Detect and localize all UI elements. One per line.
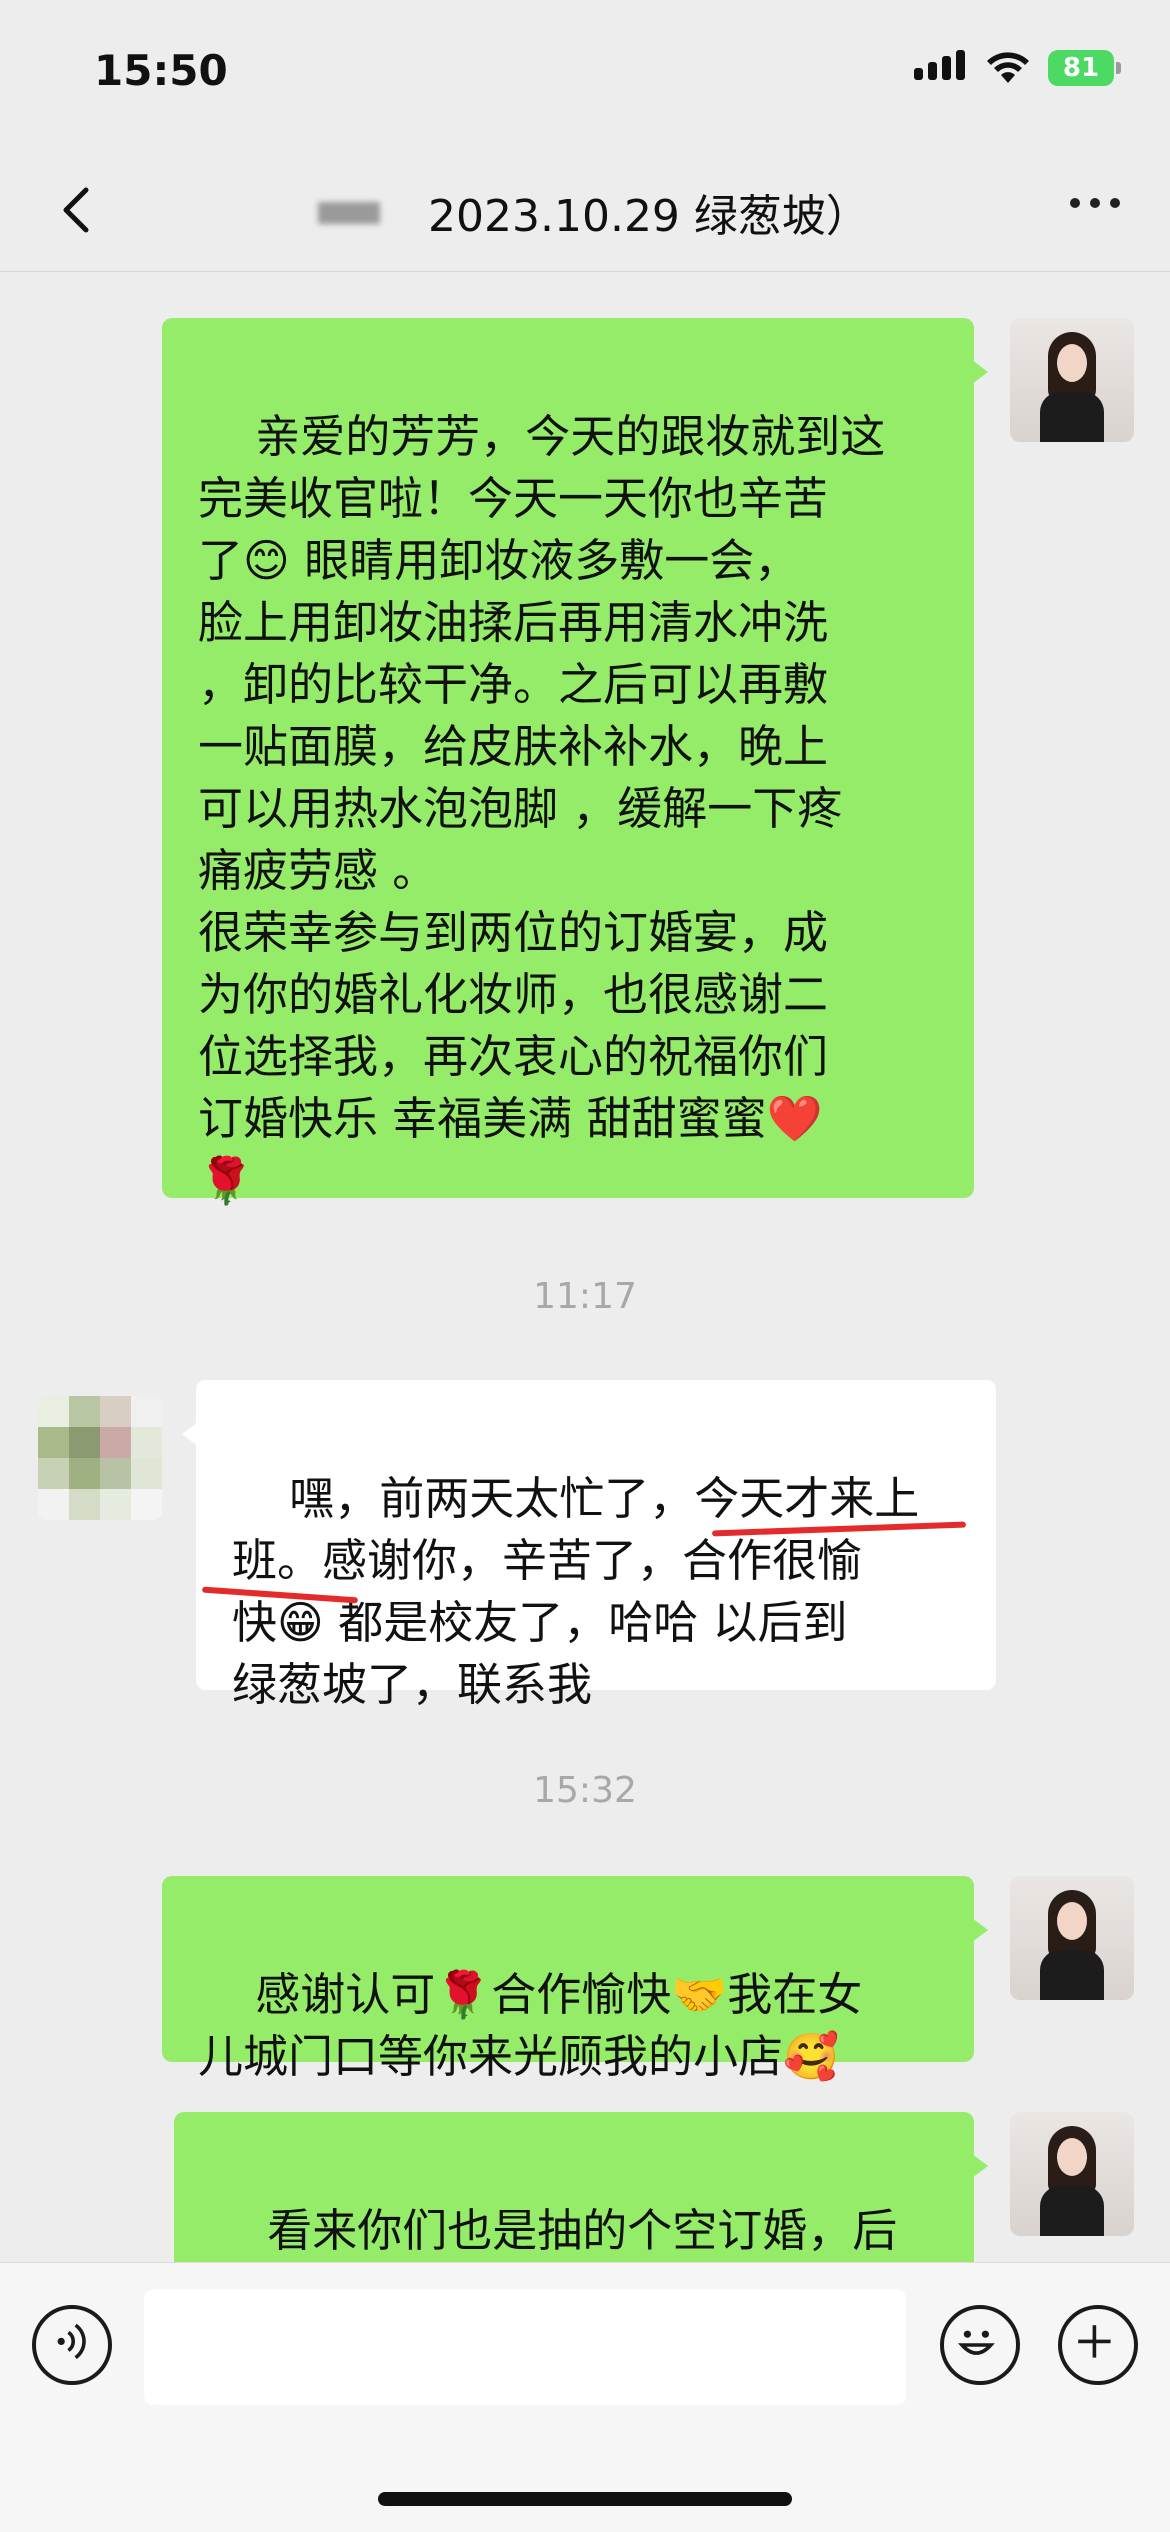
chat-title: 2023.10.29 绿葱坡） [428,191,870,242]
battery-level: 81 [1062,53,1100,83]
avatar[interactable] [1010,318,1134,442]
message-bubble[interactable]: 感谢认可🌹合作愉快🤝我在女 儿城门口等你来光顾我的小店🥰 [162,1876,988,2083]
message-text: 感谢认可🌹合作愉快🤝我在女 儿城门口等你来光顾我的小店🥰 [198,1968,863,2083]
status-bar: 15:50 81 [0,0,1170,150]
timestamp: 11:17 [533,1276,637,1317]
message-text: 亲爱的芳芳，今天的跟妆就到这 完美收官啦！今天一天你也辛苦 了😊 眼睛用卸妆液多… [198,410,886,1207]
redacted-name [318,202,380,224]
emoji-icon[interactable] [940,2305,1020,2385]
battery-icon: 81 [1048,50,1121,86]
message-text: 嘿，前两天太忙了，今天才来上 班。感谢你，辛苦了，合作很愉 快😁 都是校友了，哈… [232,1472,920,1711]
avatar[interactable] [1010,2112,1134,2236]
avatar[interactable] [1010,1876,1134,2000]
back-icon[interactable] [48,180,108,240]
status-time: 15:50 [94,46,228,95]
message-list[interactable]: 亲爱的芳芳，今天的跟妆就到这 完美收官啦！今天一天你也辛苦 了😊 眼睛用卸妆液多… [0,272,1170,2262]
message-bubble[interactable]: 嘿，前两天太忙了，今天才来上 班。感谢你，辛苦了，合作很愉 快😁 都是校友了，哈… [182,1380,996,1711]
home-indicator[interactable] [378,2492,792,2506]
message-input[interactable] [144,2289,906,2405]
message-bubble[interactable]: 看来你们也是抽的个空订婚，后 面还得抽个空结婚😂 [174,2112,988,2262]
message-bubble[interactable]: 亲爱的芳芳，今天的跟妆就到这 完美收官啦！今天一天你也辛苦 了😊 眼睛用卸妆液多… [162,318,988,1207]
more-options-icon[interactable] [1070,198,1120,208]
signal-icon [914,50,968,84]
plus-icon[interactable] [1058,2305,1138,2385]
timestamp: 15:32 [533,1770,637,1811]
status-icons: 81 [914,50,1121,86]
voice-input-icon[interactable] [32,2305,112,2385]
wifi-icon [987,52,1029,83]
avatar[interactable] [38,1396,162,1520]
message-text: 看来你们也是抽的个空订婚，后 面还得抽个空结婚😂 [267,2204,898,2257]
chat-header: 2023.10.29 绿葱坡） [0,150,1170,272]
